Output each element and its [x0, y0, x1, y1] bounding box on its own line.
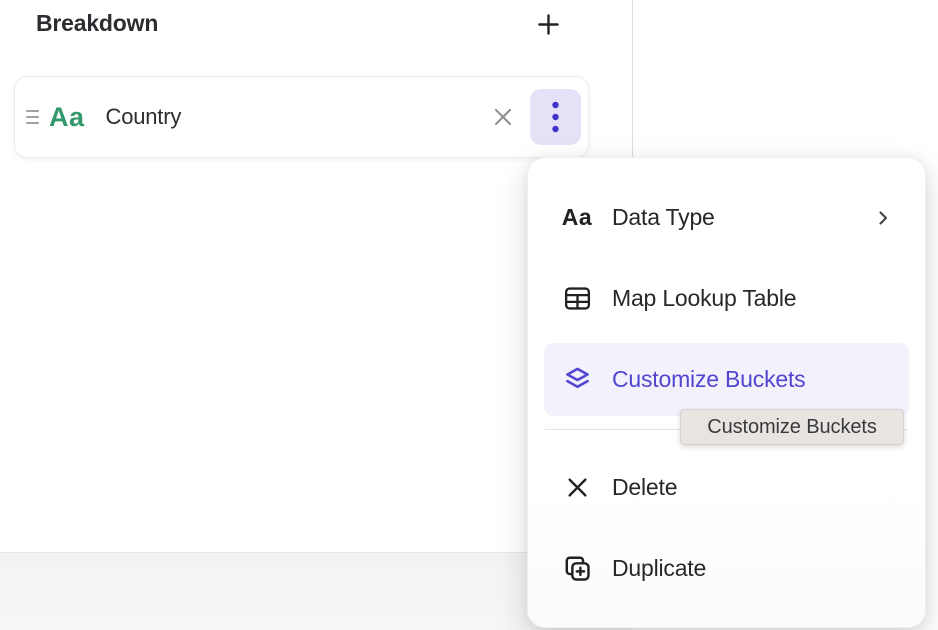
menu-item-delete[interactable]: Delete [544, 451, 909, 524]
breakdown-panel-header: Breakdown [36, 7, 596, 39]
remove-field-button[interactable] [488, 102, 518, 132]
close-icon [490, 104, 516, 130]
copy-plus-icon [560, 553, 594, 584]
field-type-icon: Aa [49, 102, 85, 133]
menu-item-label: Duplicate [612, 555, 706, 582]
field-context-menu: Aa Data Type Map Lookup Table Customize … [527, 157, 926, 628]
drag-handle-icon[interactable] [24, 106, 41, 128]
breakdown-field-card: Aa Country [14, 76, 589, 158]
menu-item-label: Map Lookup Table [612, 285, 796, 312]
menu-item-map-lookup-table[interactable]: Map Lookup Table [544, 262, 909, 335]
kebab-menu-icon [551, 100, 560, 134]
customize-buckets-tooltip: Customize Buckets [680, 409, 904, 445]
menu-item-label: Data Type [612, 204, 715, 231]
x-icon [560, 474, 594, 501]
text-type-icon: Aa [560, 204, 594, 231]
menu-item-label: Customize Buckets [612, 366, 805, 393]
chevron-right-icon [873, 208, 893, 228]
menu-item-label: Delete [612, 474, 677, 501]
menu-item-duplicate[interactable]: Duplicate [544, 532, 909, 605]
menu-item-customize-buckets[interactable]: Customize Buckets [544, 343, 909, 416]
page-title: Breakdown [36, 7, 158, 39]
menu-item-data-type[interactable]: Aa Data Type [544, 181, 909, 254]
stack-layers-icon [560, 364, 594, 395]
plus-icon [534, 10, 563, 39]
field-label: Country [106, 104, 182, 130]
add-breakdown-button[interactable] [531, 7, 565, 41]
more-options-button[interactable] [530, 89, 581, 145]
table-icon [560, 283, 594, 314]
